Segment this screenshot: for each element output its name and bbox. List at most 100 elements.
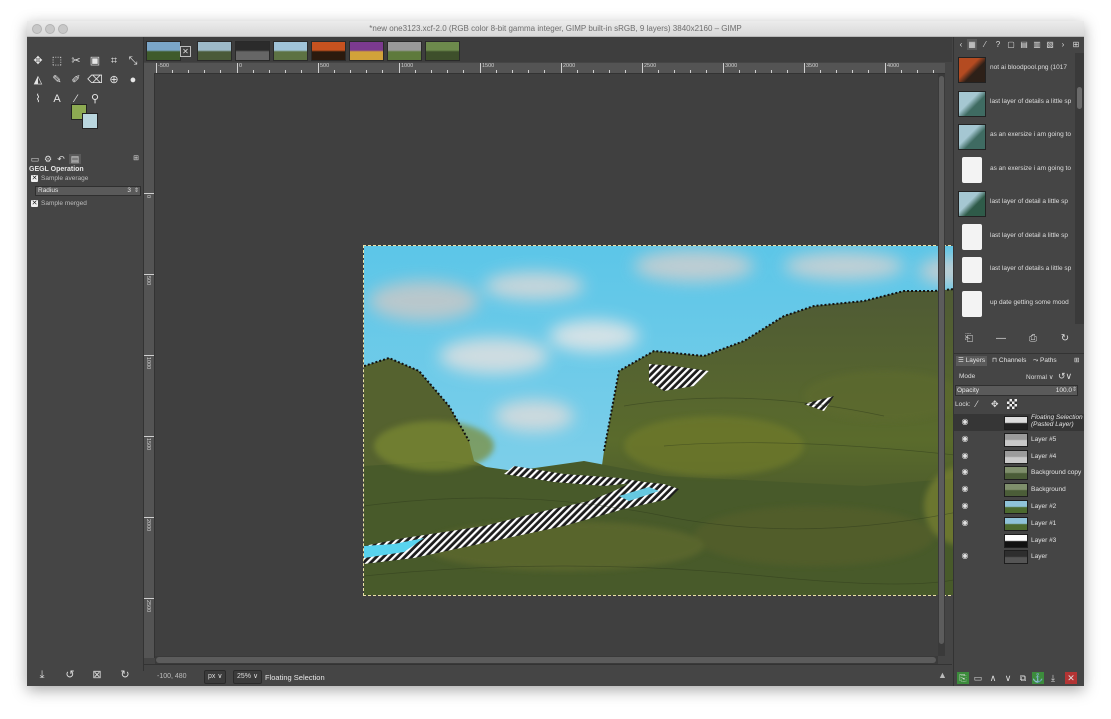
image-tab-thumbnail[interactable] <box>197 41 232 61</box>
crop-icon[interactable]: ⌗ <box>106 53 122 69</box>
tab-channels[interactable]: ⊓ Channels <box>992 356 1026 366</box>
layer-row[interactable]: ◉ Layer #1 <box>954 515 1084 532</box>
reset-options-icon[interactable]: ↻ <box>118 668 132 682</box>
configure-tab-icon[interactable]: ⊞ <box>130 154 142 164</box>
tool-options-tab-icon[interactable]: ▭ <box>29 154 41 164</box>
navigate-icon[interactable]: ▲ <box>938 670 948 680</box>
history-scrollbar[interactable] <box>1075 53 1084 324</box>
merge-layer-icon[interactable]: ⤓ <box>1047 672 1059 684</box>
horizontal-ruler[interactable]: -500 0 500 1000 1500 2000 2500 3000 3500 4000 <box>154 63 945 74</box>
new-layer-icon[interactable]: ⎘ <box>957 672 969 684</box>
dodge-icon[interactable]: ● <box>125 72 141 88</box>
configure-tab-icon[interactable]: ⊞ <box>1074 356 1079 366</box>
patterns-tab-icon[interactable]: ▢ <box>1006 39 1016 50</box>
paint-dynamics-tab-icon[interactable]: ⁄ <box>980 39 990 50</box>
documents-tab-icon[interactable]: ▤ <box>1019 39 1029 50</box>
spin-arrows-icon[interactable]: ⇕ <box>134 187 139 195</box>
eraser-icon[interactable]: ⌫ <box>87 72 103 88</box>
eye-icon[interactable]: ◉ <box>960 468 970 476</box>
transform-icon[interactable]: ⤡ <box>125 53 141 69</box>
tab-paths[interactable]: ⤳ Paths <box>1033 356 1057 366</box>
radius-spinner[interactable]: Radius 3 ⇕ <box>35 186 141 196</box>
list-item[interactable]: last layer of detail a little sp <box>954 221 1075 253</box>
eye-icon[interactable]: ◉ <box>960 418 970 426</box>
horizontal-scrollbar[interactable] <box>155 656 938 664</box>
undo-history-tab-icon[interactable]: ↶ <box>55 154 67 164</box>
mode-select[interactable]: Normal ∨ <box>1026 373 1054 381</box>
layer-row[interactable]: ◉ Floating Selection (Pasted Layer) <box>954 414 1084 431</box>
save-options-icon[interactable]: ⤓ <box>35 668 49 682</box>
fill-icon[interactable]: ◭ <box>30 72 46 88</box>
layer-row[interactable]: ◉ Layer <box>954 548 1084 565</box>
list-item[interactable]: not ai bloodpool.png (1017 <box>954 53 1075 85</box>
print-icon[interactable]: ⎙ <box>1026 332 1040 346</box>
move-icon[interactable]: ✥ <box>30 53 46 69</box>
remove-entry-icon[interactable]: — <box>994 332 1008 346</box>
restore-options-icon[interactable]: ↺ <box>63 668 77 682</box>
paths-icon[interactable]: ⌇ <box>30 91 46 107</box>
list-item[interactable]: up date getting some mood <box>954 288 1075 320</box>
templates-tab-icon[interactable]: ▧ <box>1045 39 1055 50</box>
layer-row[interactable]: ◉ Background <box>954 481 1084 498</box>
eye-icon[interactable]: ◉ <box>960 502 970 510</box>
image-tab-thumbnail[interactable] <box>235 41 270 61</box>
paint-icon[interactable]: ✎ <box>49 72 65 88</box>
eye-icon[interactable]: ◉ <box>960 485 970 493</box>
refresh-icon[interactable]: ↻ <box>1058 332 1072 346</box>
brushes-tab-icon[interactable]: ▦ <box>967 39 977 50</box>
configure-tab-icon[interactable]: ⊞ <box>1071 39 1081 50</box>
layer-row[interactable]: ◉ Layer #2 <box>954 498 1084 515</box>
spin-arrows-icon[interactable]: ⇕ <box>1072 386 1077 395</box>
airbrush-icon[interactable]: ✐ <box>68 72 84 88</box>
delete-layer-icon[interactable]: ✕ <box>1065 672 1077 684</box>
text-icon[interactable]: A <box>49 91 65 107</box>
duplicate-layer-icon[interactable]: ⧉ <box>1017 672 1029 684</box>
open-document-icon[interactable]: ⎗ <box>962 332 976 346</box>
lock-alpha-icon[interactable] <box>1007 399 1017 409</box>
mode-reset-icon[interactable]: ↺∨ <box>1058 371 1072 382</box>
new-layer-group-icon[interactable]: ▭ <box>972 672 984 684</box>
opacity-spinner[interactable]: Opacity 100.0 ⇕ <box>955 385 1078 396</box>
lower-layer-icon[interactable]: ∨ <box>1002 672 1014 684</box>
visibility-toggle[interactable] <box>960 536 970 544</box>
delete-options-icon[interactable]: ⊠ <box>90 668 104 682</box>
close-image-icon[interactable]: ✕ <box>180 46 191 57</box>
canvas-area[interactable] <box>155 74 986 656</box>
lock-position-icon[interactable]: ✥ <box>991 399 999 410</box>
device-status-tab-icon[interactable]: ⚙ <box>42 154 54 164</box>
image-tab-thumbnail[interactable] <box>425 41 460 61</box>
image-tab-thumbnail[interactable] <box>387 41 422 61</box>
scissors-select-icon[interactable]: ✂ <box>68 53 84 69</box>
scroll-right-icon[interactable]: › <box>1058 39 1068 50</box>
background-color-swatch[interactable] <box>82 113 98 129</box>
foreground-select-icon[interactable]: ▣ <box>87 53 103 69</box>
raise-layer-icon[interactable]: ∧ <box>987 672 999 684</box>
vertical-ruler[interactable]: 0 500 1000 1500 2000 2500 <box>144 73 155 658</box>
clone-icon[interactable]: ⊕ <box>106 72 122 88</box>
list-item[interactable]: last layer of details a little sp <box>954 254 1075 286</box>
ruler-corner[interactable] <box>144 63 154 73</box>
layer-row[interactable]: ◉ Layer #4 <box>954 448 1084 465</box>
tab-layers[interactable]: ☰ Layers <box>956 356 988 366</box>
eye-icon[interactable]: ◉ <box>960 518 970 527</box>
unit-select[interactable]: px ∨ <box>204 670 227 684</box>
fonts-tab-icon[interactable]: ? <box>993 39 1003 50</box>
zoom-select[interactable]: 25% ∨ <box>233 670 263 684</box>
image-tab-thumbnail[interactable] <box>273 41 308 61</box>
rect-select-icon[interactable]: ⬚ <box>49 53 65 69</box>
image-canvas[interactable] <box>363 245 986 596</box>
layer-row[interactable]: Layer #3 <box>954 532 1084 549</box>
anchor-layer-icon[interactable]: ⚓ <box>1032 672 1044 684</box>
list-item[interactable]: as an exersize i am going to <box>954 120 1075 152</box>
list-item[interactable]: as an exersize i am going to <box>954 154 1075 186</box>
image-tab-thumbnail[interactable] <box>349 41 384 61</box>
vertical-scrollbar[interactable] <box>938 74 945 656</box>
layer-row[interactable]: ◉ Layer #5 <box>954 431 1084 448</box>
scroll-left-icon[interactable]: ‹ <box>956 39 966 50</box>
sample-average-checkbox[interactable]: ✕ <box>31 175 38 182</box>
images-tab-icon[interactable]: ▤ <box>69 154 81 164</box>
history-tab-icon[interactable]: ▥ <box>1032 39 1042 50</box>
layer-row[interactable]: ◉ Background copy <box>954 464 1084 481</box>
zoom-icon[interactable]: ⚲ <box>87 91 103 107</box>
lock-pixels-icon[interactable]: ⁄ <box>976 399 978 409</box>
